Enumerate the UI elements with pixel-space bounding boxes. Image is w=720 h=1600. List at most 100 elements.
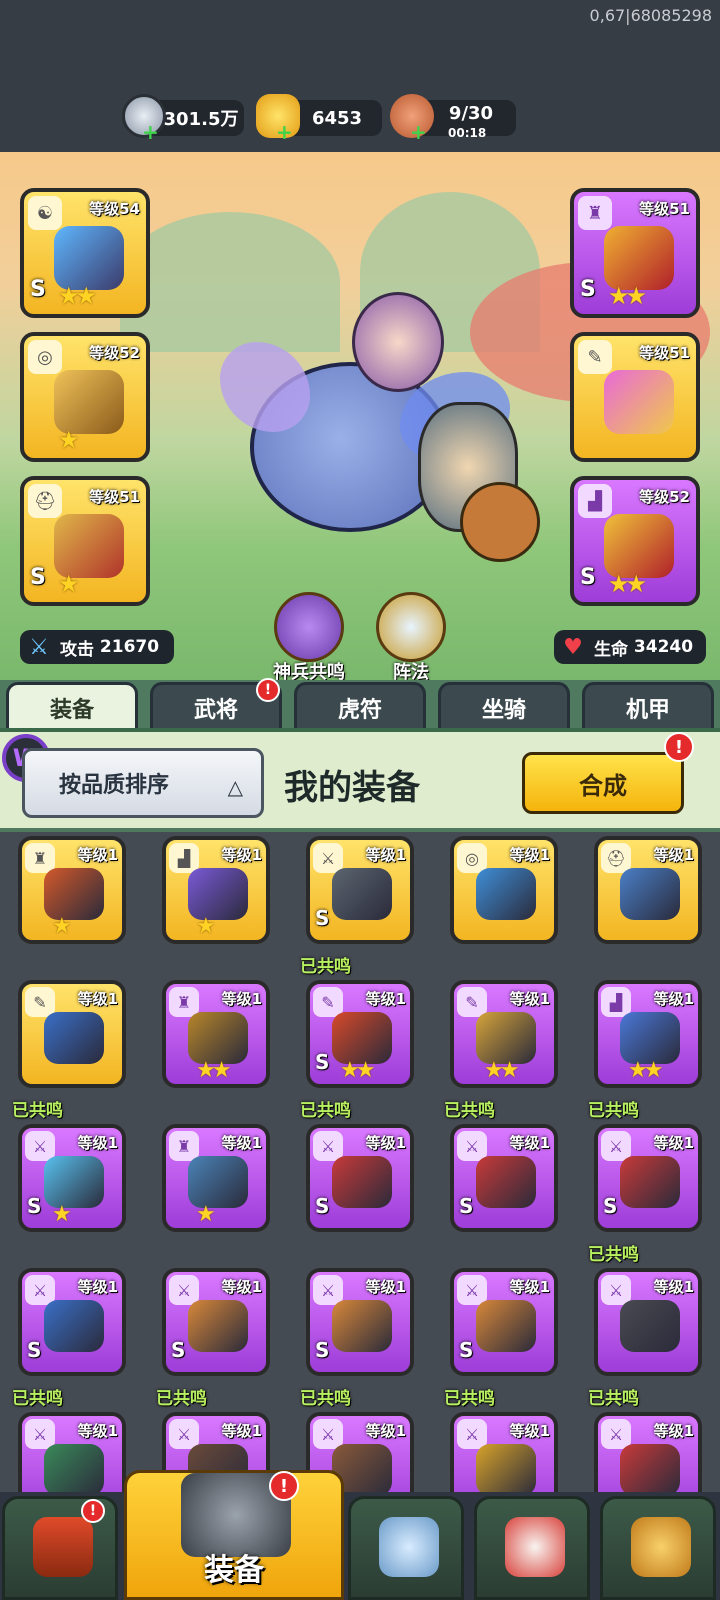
inventory-item[interactable]: ⚔ 等级1 S xyxy=(450,1124,558,1232)
formation-button[interactable]: 阵法 xyxy=(366,592,456,684)
inventory-item[interactable]: ⚔ 等级1 S ★ xyxy=(18,1124,126,1232)
inventory-item[interactable]: ⚔ 等级1 S xyxy=(306,836,414,944)
tab-mecha[interactable]: 机甲 xyxy=(582,682,714,730)
boot-icon: ▟ xyxy=(169,843,199,873)
sort-label: 按品质排序 xyxy=(59,773,170,798)
level-label: 等级54 xyxy=(89,200,140,218)
inventory-item[interactable]: ⚔ 等级1 S xyxy=(594,1124,702,1232)
armor-icon: ♜ xyxy=(578,196,612,230)
attack-label: 攻击 xyxy=(60,639,94,660)
level-label: 等级52 xyxy=(89,344,140,362)
merge-button[interactable]: 合成 xyxy=(522,752,684,814)
grade-label: S xyxy=(580,565,596,590)
attack-value: 21670 xyxy=(99,637,160,657)
inventory-item[interactable]: ⚔ 等级1 S xyxy=(162,1268,270,1376)
helmet-icon: ⛑ xyxy=(601,843,631,873)
sort-by-quality-button[interactable]: 按品质排序 △ xyxy=(22,748,264,818)
level-label: 等级1 xyxy=(221,1134,262,1152)
item-art-icon xyxy=(188,868,248,920)
item-art-icon xyxy=(188,1012,248,1064)
star-rating: ★ xyxy=(58,426,79,454)
level-label: 等级1 xyxy=(365,1278,406,1296)
inventory-item[interactable]: ◎ 等级1 xyxy=(450,836,558,944)
plus-icon[interactable]: + xyxy=(410,120,427,144)
nav-hero[interactable] xyxy=(474,1496,590,1600)
inventory-item[interactable]: ⛑ 等级1 xyxy=(594,836,702,944)
level-label: 等级1 xyxy=(653,846,694,864)
inventory-item[interactable]: ⚔ 等级1 S xyxy=(306,1268,414,1376)
stamina-resource[interactable]: 9/30 00:18 + xyxy=(390,94,516,144)
level-label: 等级1 xyxy=(365,990,406,1008)
equip-slot-armor[interactable]: ♜ 等级51 S ★★ xyxy=(570,188,700,318)
tab-mount[interactable]: 坐骑 xyxy=(438,682,570,730)
grade-label: S xyxy=(30,565,46,590)
inventory-item[interactable]: ⚔ 等级1 xyxy=(450,1412,558,1492)
inventory-item[interactable]: ♜ 等级1 ★★ xyxy=(162,980,270,1088)
equip-slot-boots[interactable]: ▟ 等级52 S ★★ xyxy=(570,476,700,606)
inventory-item[interactable]: ⚔ 等级1 S xyxy=(450,1268,558,1376)
inventory-item[interactable]: ✎ 等级1 xyxy=(18,980,126,1088)
level-label: 等级1 xyxy=(653,1134,694,1152)
nav-upgrade[interactable] xyxy=(600,1496,716,1600)
plus-icon[interactable]: + xyxy=(142,120,159,144)
top-bar: 0,67|68085298 301.5万 + 6453 + 9/30 00:18… xyxy=(0,0,720,152)
bracer-art-icon xyxy=(604,370,674,434)
nav-equipment[interactable]: ! 装备 xyxy=(124,1470,344,1600)
gold-resource[interactable]: 6453 + xyxy=(256,94,382,144)
level-label: 等级52 xyxy=(639,488,690,506)
grade-label: S xyxy=(315,1050,330,1074)
star-rating: ★★ xyxy=(58,282,97,310)
tab-tiger-tally[interactable]: 虎符 xyxy=(294,682,426,730)
tab-equipment[interactable]: 装备 xyxy=(6,682,138,730)
inventory-item[interactable]: ⚔ 等级1 xyxy=(594,1268,702,1376)
star-rating: ★★ xyxy=(340,1058,376,1083)
gold-value: 6453 xyxy=(311,107,363,129)
level-label: 等级51 xyxy=(639,344,690,362)
inventory-item[interactable]: ▟ 等级1 ★ xyxy=(162,836,270,944)
attack-stat: ⚔ 攻击 21670 xyxy=(20,630,174,664)
grade-label: S xyxy=(30,277,46,302)
temple-gate-icon xyxy=(33,1517,93,1577)
equip-slot-helmet[interactable]: ⛑ 等级51 S ★ xyxy=(20,476,150,606)
female-hero[interactable] xyxy=(352,292,444,392)
level-label: 等级1 xyxy=(221,1278,262,1296)
inventory-item[interactable]: ⚔ 等级1 xyxy=(594,1412,702,1492)
level-label: 等级1 xyxy=(77,990,118,1008)
sword-icon: ⚔ xyxy=(457,1131,487,1161)
debug-text: 0,67|68085298 xyxy=(589,6,712,25)
boot-icon: ▟ xyxy=(578,484,612,518)
bracer-icon: ✎ xyxy=(25,987,55,1017)
inventory-item[interactable]: ⚔ 等级1 S xyxy=(18,1268,126,1376)
grade-label: S xyxy=(171,1338,186,1362)
equip-slot-weapon[interactable]: ☯ 等级54 S ★★ xyxy=(20,188,150,318)
inventory-item[interactable]: ♜ 等级1 ★ xyxy=(18,836,126,944)
star-rating: ★ xyxy=(52,1202,72,1227)
level-label: 等级1 xyxy=(221,846,262,864)
nav-arena[interactable] xyxy=(348,1496,464,1600)
inventory-item[interactable]: ✎ 等级1 S ★★ xyxy=(306,980,414,1088)
item-art-icon xyxy=(620,1444,680,1492)
level-label: 等级1 xyxy=(509,1278,550,1296)
level-label: 等级1 xyxy=(365,1422,406,1440)
sword-icon: ⚔ xyxy=(457,1419,487,1449)
item-art-icon xyxy=(476,1012,536,1064)
triangle-up-icon: △ xyxy=(227,775,243,799)
plus-icon[interactable]: + xyxy=(276,120,293,144)
item-art-icon xyxy=(332,1156,392,1208)
inventory-item[interactable]: ⚔ 等级1 S xyxy=(306,1124,414,1232)
nav-shop-gate[interactable]: ! xyxy=(2,1496,118,1600)
resonated-label: 已共鸣 xyxy=(444,1389,495,1409)
inventory-item[interactable]: ▟ 等级1 ★★ xyxy=(594,980,702,1088)
inventory-item[interactable]: ⚔ 等级1 xyxy=(18,1412,126,1492)
level-label: 等级1 xyxy=(77,1278,118,1296)
equip-slot-bracer[interactable]: ✎ 等级51 xyxy=(570,332,700,462)
silver-resource[interactable]: 301.5万 + xyxy=(122,94,244,144)
divine-weapon-resonance-button[interactable]: 神兵共鸣 xyxy=(264,592,354,684)
star-rating: ★★ xyxy=(608,282,647,310)
inventory-item[interactable]: ♜ 等级1 ★ xyxy=(162,1124,270,1232)
inventory-item[interactable]: ✎ 等级1 ★★ xyxy=(450,980,558,1088)
item-art-icon xyxy=(476,1444,536,1492)
resonated-label: 已共鸣 xyxy=(588,1101,639,1121)
star-rating: ★★ xyxy=(608,570,647,598)
equip-slot-necklace[interactable]: ◎ 等级52 ★ xyxy=(20,332,150,462)
